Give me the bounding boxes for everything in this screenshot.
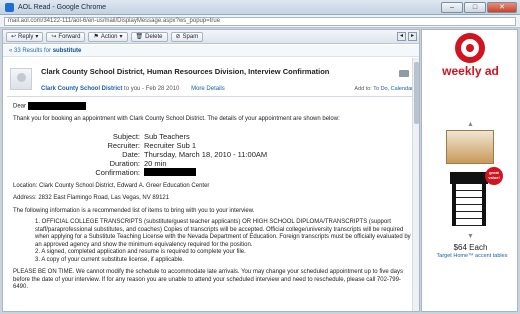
results-link[interactable]: « 33 Results for substitute	[3, 45, 419, 57]
next-message-button[interactable]: ▸	[408, 32, 417, 41]
greeting-line: Dear	[13, 102, 413, 111]
sender-avatar	[10, 68, 32, 90]
action-label: Action	[100, 33, 118, 40]
location-text: Location: Clark County School District, …	[13, 182, 210, 189]
items-list: 1. OFFICIAL COLLEGE TRANSCRIPTS (substit…	[35, 219, 413, 264]
reply-icon: ↩	[11, 33, 17, 40]
target-logo-icon[interactable]	[455, 33, 485, 63]
forward-button[interactable]: ↪ Forward	[46, 31, 86, 42]
add-to-label: Add to:	[354, 86, 372, 92]
add-to-links[interactable]: To Do, Calendar	[373, 86, 413, 92]
detail-row: Duration: 20 min	[77, 159, 413, 168]
message-nav: ◂ ▸	[397, 32, 417, 41]
mail-pane: ↩ Reply ▾ ↪ Forward ⚑ Action ▾ 🗑 Delete ⊘ Spam …	[2, 29, 420, 312]
forward-icon: ↪	[51, 33, 57, 40]
ad-product-name[interactable]: Target Home™ accent tables	[432, 253, 512, 260]
redacted-confirmation	[144, 167, 196, 176]
list-item: 1. OFFICIAL COLLEGE TRANSCRIPTS (substit…	[35, 219, 411, 248]
intro-text: Thank you for booking an appointment wit…	[13, 116, 340, 123]
delete-label: Delete	[145, 33, 163, 40]
detail-row: Subject: Sub Teachers	[77, 132, 413, 141]
sender-name[interactable]: Clark County School District	[41, 86, 122, 92]
action-button[interactable]: ⚑ Action ▾	[88, 31, 128, 42]
redacted-name	[27, 102, 86, 110]
address-text: Address: 2832 East Flamingo Road, Las Ve…	[13, 195, 170, 202]
reply-label: Reply	[18, 33, 34, 40]
detail-key: Recruiter:	[107, 140, 140, 150]
list-intro: The following information is a recommend…	[13, 207, 255, 214]
minimize-button[interactable]: –	[441, 1, 463, 13]
ad-price[interactable]: $64 Each	[422, 243, 517, 252]
previous-message-button[interactable]: ◂	[397, 32, 406, 41]
appointment-details: Subject: Sub Teachers Recruiter: Recruiter…	[77, 132, 413, 177]
chevron-down-icon: ▾	[35, 33, 39, 40]
closing-text: PLEASE BE ON TIME. We cannot modify the …	[13, 269, 403, 291]
detail-key: Duration:	[109, 158, 140, 168]
detail-row: Recruiter: Recruiter Sub 1	[77, 141, 413, 150]
detail-key: Confirmation:	[95, 167, 140, 177]
reply-button[interactable]: ↩ Reply ▾	[6, 31, 44, 42]
great-value-badge: great value!	[485, 167, 503, 185]
detail-row: Confirmation:	[77, 167, 413, 177]
maximize-button[interactable]: □	[464, 1, 486, 13]
message-meta: Clark County School District to you - Fe…	[41, 86, 225, 92]
window-title: AOL Read - Google Chrome	[18, 3, 107, 11]
detail-value: Thursday, March 18, 2010 - 11:00AM	[144, 149, 268, 159]
action-icon: ⚑	[93, 33, 99, 40]
spam-label: Spam	[182, 33, 199, 40]
mail-toolbar: ↩ Reply ▾ ↪ Forward ⚑ Action ▾ 🗑 Delete ⊘ Spam …	[3, 30, 419, 44]
add-to: Add to: To Do, Calendar	[354, 86, 413, 92]
chevron-down-icon: ▾	[119, 33, 123, 40]
chevron-down-icon[interactable]: ▼	[466, 233, 475, 242]
list-item: 2. A signed, completed application and r…	[35, 249, 246, 256]
window-controls: – □ ✕	[441, 1, 517, 13]
address-bar: mail.aol.com/34122-111/aol-6/en-us/mail/…	[0, 15, 520, 28]
more-details-link[interactable]: More Details	[191, 86, 225, 92]
list-item: 3. A copy of your current substitute lic…	[35, 256, 185, 263]
detail-value: Sub Teachers	[144, 131, 190, 141]
mail-scrollbar[interactable]	[412, 58, 419, 311]
ad-headline[interactable]: weekly ad	[422, 64, 517, 78]
product-image-lamp[interactable]	[446, 130, 494, 164]
results-query: substitute	[52, 48, 82, 54]
header-divider	[7, 96, 417, 97]
detail-value: Recruiter Sub 1	[144, 140, 197, 150]
detail-key: Subject:	[112, 131, 140, 141]
envelope-icon[interactable]	[399, 70, 409, 77]
close-button[interactable]: ✕	[487, 1, 517, 13]
scrollbar-thumb[interactable]	[414, 62, 419, 124]
delete-button[interactable]: 🗑 Delete	[130, 31, 168, 42]
spam-button[interactable]: ⊘ Spam	[170, 31, 204, 42]
detail-row: Date: Thursday, March 18, 2010 - 11:00AM	[77, 150, 413, 159]
table-legs	[452, 184, 486, 226]
spam-icon: ⊘	[175, 33, 181, 40]
table-top	[450, 172, 488, 184]
detail-key: Date:	[122, 149, 140, 159]
message-subject: Clark County School District, Human Reso…	[41, 67, 330, 76]
url-field[interactable]: mail.aol.com/34122-111/aol-6/en-us/mail/…	[4, 17, 516, 26]
title-bar: AOL Read - Google Chrome – □ ✕	[0, 0, 520, 15]
trash-icon: 🗑	[135, 33, 144, 40]
greeting: Dear	[13, 103, 27, 110]
forward-label: Forward	[58, 33, 81, 40]
detail-value: 20 min	[144, 158, 167, 168]
to-date: to you - Feb 28 2010	[122, 86, 180, 92]
results-prefix: « 33 Results for	[9, 48, 52, 54]
ad-pane[interactable]: weekly ad ▲ great value! ▼ $64 Each Targ…	[421, 29, 518, 312]
message-body: Dear Thank you for booking an appointmen…	[13, 102, 413, 292]
chevron-up-icon[interactable]: ▲	[466, 121, 475, 130]
aol-icon	[5, 2, 14, 12]
